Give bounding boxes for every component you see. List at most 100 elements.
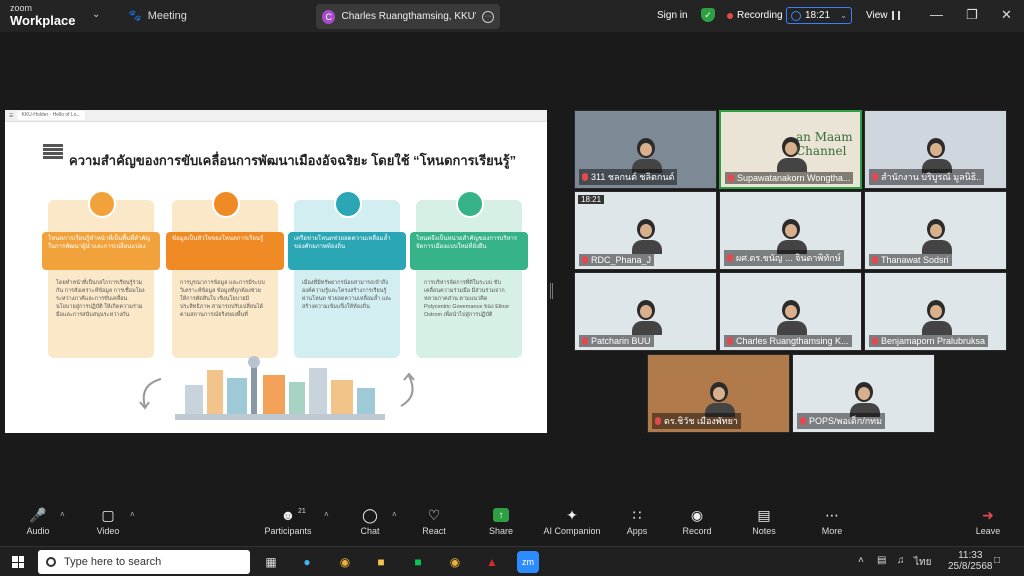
participant-video xyxy=(921,219,952,255)
participant-tile[interactable]: ผศ.ดร.ชนัญ ... จินดาพิทักษ์ xyxy=(719,191,862,270)
react-label: React xyxy=(422,526,446,536)
brand-top: zoom xyxy=(10,3,33,13)
paw-icon: 🐾 xyxy=(128,10,142,22)
clock-time: 11:33 xyxy=(958,550,983,561)
chrome-icon[interactable]: ◉ xyxy=(444,551,466,573)
participant-name-tag: สำนักงาน บริบูรณ์ มูลนิธิ.. xyxy=(869,169,985,185)
participant-tile[interactable]: 18:21 RDC_Phana_J xyxy=(574,191,717,270)
timer-badge: 18:21 xyxy=(578,195,605,204)
more-button[interactable]: ⋯ More xyxy=(800,507,864,537)
mic-muted-icon xyxy=(727,254,733,262)
participant-tile[interactable]: Benjamaporn Pralubruksa xyxy=(864,272,1007,351)
apps-button[interactable]: ∷ Apps xyxy=(605,506,669,537)
shield-check-icon[interactable]: ✓ xyxy=(701,8,715,22)
share-button[interactable]: ↑ Share xyxy=(469,508,533,536)
splitter-handle[interactable] xyxy=(550,283,553,299)
shared-browser-bar: ☰ KKU-Holder - Hello of Lo... xyxy=(5,110,547,122)
mic-muted-icon xyxy=(872,256,878,264)
participant-name-tag: ผศ.ดร.ชนัญ ... จินดาพิทักษ์ xyxy=(724,250,844,266)
record-button[interactable]: ◉ Record xyxy=(665,507,729,537)
people-icon: ☻ xyxy=(280,507,296,523)
chat-label: Chat xyxy=(360,526,380,536)
participants-button[interactable]: ☻ 21 Participants ˄ xyxy=(256,507,328,536)
meeting-timer[interactable]: 18:21 ⌄ xyxy=(786,7,852,24)
audio-button[interactable]: 🎤 Audio ˄ xyxy=(6,507,70,537)
participant-tile[interactable]: สำนักงาน บริบูรณ์ มูลนิธิ.. xyxy=(864,110,1007,189)
participant-name: Patcharin BUU xyxy=(591,336,651,346)
language-indicator[interactable]: ไทย xyxy=(914,555,931,570)
audio-label: Audio xyxy=(26,526,50,536)
task-view-icon[interactable]: ▦ xyxy=(260,551,282,573)
react-button[interactable]: ♡ React xyxy=(402,507,466,537)
file-explorer-icon[interactable]: ■ xyxy=(370,551,392,573)
meeting-tab[interactable]: 🐾 Meeting xyxy=(128,9,187,23)
share-arrow-icon: ↑ xyxy=(493,508,509,522)
share-indicator[interactable]: C Charles Ruangthamsing, KKU's sc ··· xyxy=(316,4,500,29)
mic-muted-icon xyxy=(800,417,806,425)
clock[interactable]: 11:33 25/8/2568 xyxy=(948,550,993,572)
camera-icon: ▢ xyxy=(101,506,115,523)
search-icon xyxy=(46,557,56,567)
chevron-down-icon[interactable]: ⌄ xyxy=(92,9,100,20)
network-icon xyxy=(334,190,362,218)
participant-name: Charles Ruangthamsing K... xyxy=(736,336,849,346)
participant-name: ดร.ชิวัช เมืองพัทยา xyxy=(664,416,738,426)
arrow-icon xyxy=(400,372,415,407)
restore-icon[interactable]: ❐ xyxy=(966,7,978,23)
participant-tile[interactable]: Patcharin BUU xyxy=(574,272,717,351)
participant-name: Benjamaporn Pralubruksa xyxy=(881,336,986,346)
leave-button[interactable]: ➜ Leave xyxy=(956,506,1020,537)
participant-tile[interactable]: POPS/พอเด็ก/กทม xyxy=(792,354,935,433)
participant-name-tag: ดร.ชิวัช เมืองพัทยา xyxy=(652,413,741,429)
sparkle-icon: ✦ xyxy=(566,506,578,523)
participant-tile[interactable]: Charles Ruangthamsing K... xyxy=(719,272,862,351)
presenter-avatar: C xyxy=(322,9,336,24)
notification-icon[interactable]: □ xyxy=(994,555,1000,566)
chevron-up-icon[interactable]: ˄ xyxy=(392,510,397,519)
mic-muted-icon xyxy=(655,417,661,425)
acrobat-icon[interactable]: ▲ xyxy=(481,551,503,573)
sign-in-button[interactable]: Sign in xyxy=(657,10,688,21)
leave-icon: ➜ xyxy=(982,506,994,523)
mic-muted-icon xyxy=(872,337,878,345)
slide-card-3: เครือข่ายโหนดช่วยลดความเหลื่อมล้ำของศักย… xyxy=(288,190,406,358)
participant-name: Thanawat Sodsri xyxy=(881,255,949,265)
windows-start-icon[interactable] xyxy=(12,556,24,568)
menu-icon: ☰ xyxy=(9,112,14,119)
recording-indicator[interactable]: Recording xyxy=(727,10,783,21)
participant-tile[interactable]: Thanawat Sodsri xyxy=(864,191,1007,270)
minimize-icon[interactable]: — xyxy=(930,7,943,22)
ai-companion-button[interactable]: ✦ AI Companion xyxy=(536,506,608,537)
zoom-taskbar-icon[interactable]: zm xyxy=(517,551,539,573)
participant-name-tag: Thanawat Sodsri xyxy=(869,254,952,266)
participant-tile[interactable]: 311 ชลกนต์ ชลิตกนต์ xyxy=(574,110,717,189)
slide-card-1: โหนดการเรียนรู้ทำหน้าที่เป็นพื้นที่สำคัญ… xyxy=(42,190,160,358)
mic-muted-icon xyxy=(727,337,733,345)
mic-muted-icon xyxy=(582,337,588,345)
more-icon[interactable]: ··· xyxy=(482,10,494,23)
stack-logo-icon xyxy=(43,144,63,164)
zoom-logo[interactable]: zoom Workplace xyxy=(10,3,76,28)
chat-button[interactable]: ◯ Chat ˄ xyxy=(338,507,402,537)
slide-title: ความสำคัญของการขับเคลื่อนการพัฒนาเมืองอั… xyxy=(69,153,517,168)
chevron-up-icon[interactable]: ˄ xyxy=(324,510,329,519)
taskbar-search[interactable]: Type here to search xyxy=(38,550,250,574)
close-icon[interactable]: ✕ xyxy=(1001,7,1012,23)
participant-tile[interactable]: ดร.ชิวัช เมืองพัทยา xyxy=(647,354,790,433)
chevron-up-icon[interactable]: ˄ xyxy=(60,510,65,519)
participant-name-tag: POPS/พอเด็ก/กทม xyxy=(797,413,886,429)
edge-icon[interactable]: ● xyxy=(296,551,318,573)
chevron-down-icon: ⌄ xyxy=(840,11,847,20)
line-icon[interactable]: ■ xyxy=(407,551,429,573)
apps-icon: ∷ xyxy=(632,506,642,523)
volume-icon[interactable]: ♫ xyxy=(897,555,905,566)
participant-tile[interactable]: an Maam Channel Supawatanakorn Wongtha... xyxy=(719,110,862,189)
chevron-up-icon[interactable]: ˄ xyxy=(858,555,864,566)
video-button[interactable]: ▢ Video ˄ xyxy=(76,506,140,537)
view-button[interactable]: View xyxy=(866,10,900,21)
chrome-icon[interactable]: ◉ xyxy=(334,551,356,573)
notes-button[interactable]: ▤ Notes xyxy=(732,507,796,537)
chevron-up-icon[interactable]: ˄ xyxy=(130,510,135,519)
shared-screen[interactable]: ☰ KKU-Holder - Hello of Lo... ความสำคัญข… xyxy=(5,110,547,433)
network-icon[interactable]: ▤ xyxy=(877,555,886,566)
